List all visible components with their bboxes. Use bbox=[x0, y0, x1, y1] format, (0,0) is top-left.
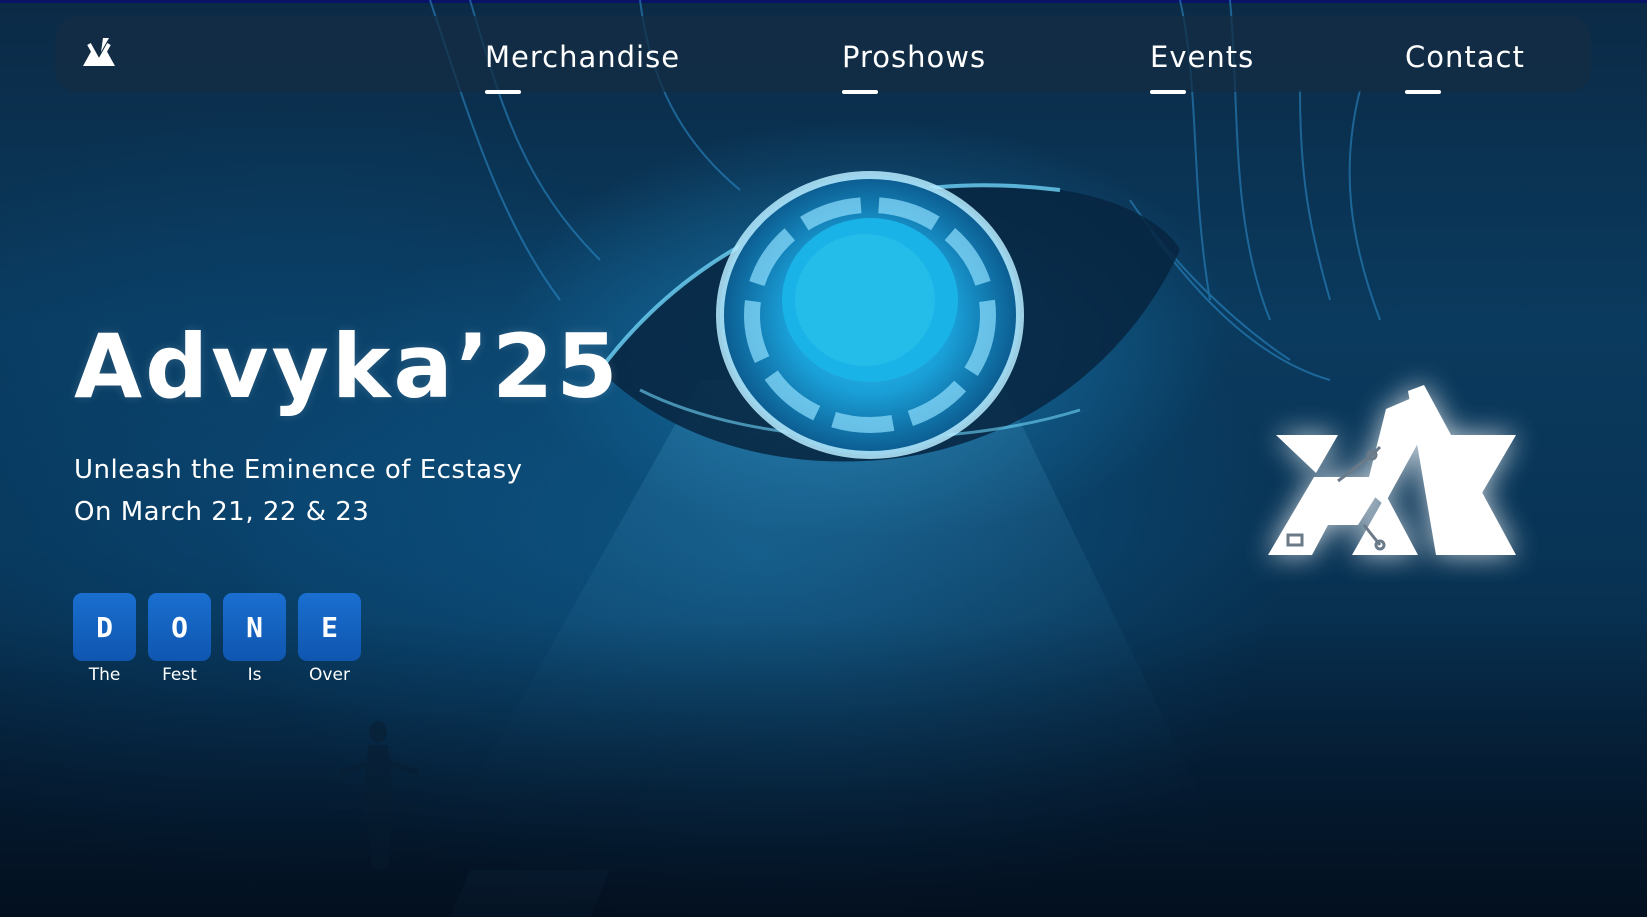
eye-shape bbox=[598, 171, 1180, 462]
tile-letter: D bbox=[73, 593, 136, 661]
countdown-tile: D The bbox=[73, 593, 136, 685]
tile-letter: E bbox=[298, 593, 361, 661]
nav-item-contact[interactable]: Contact bbox=[1405, 40, 1525, 94]
hero-dates: On March 21, 22 & 23 bbox=[74, 497, 370, 527]
nav-underline bbox=[1405, 90, 1441, 94]
nav-item-label: Events bbox=[1150, 40, 1255, 74]
nav-underline bbox=[842, 90, 878, 94]
hero-tagline: Unleash the Eminence of Ecstasy bbox=[74, 455, 523, 485]
countdown-tile: N Is bbox=[223, 593, 286, 685]
top-navbar: Merchandise Proshows Events Contact bbox=[55, 16, 1591, 94]
nav-item-merchandise[interactable]: Merchandise bbox=[485, 40, 681, 94]
nav-underline bbox=[485, 90, 521, 94]
nav-item-label: Merchandise bbox=[485, 40, 681, 74]
nav-item-label: Contact bbox=[1405, 40, 1525, 74]
landing-page: Merchandise Proshows Events Contact Advy… bbox=[0, 0, 1647, 917]
tile-caption: Is bbox=[247, 665, 262, 685]
tile-caption: Over bbox=[309, 665, 350, 685]
countdown-tile: E Over bbox=[298, 593, 361, 685]
hero-title: Advyka’25 bbox=[74, 315, 621, 418]
advyka-logo-icon bbox=[1268, 385, 1516, 555]
nav-item-label: Proshows bbox=[842, 40, 987, 74]
tile-caption: Fest bbox=[162, 665, 197, 685]
tile-caption: The bbox=[88, 665, 121, 685]
nav-item-events[interactable]: Events bbox=[1150, 40, 1255, 94]
countdown-tile: O Fest bbox=[148, 593, 211, 685]
countdown-tiles: D The O Fest N Is E Over bbox=[73, 593, 361, 685]
nav-item-proshows[interactable]: Proshows bbox=[842, 40, 987, 94]
tile-letter: N bbox=[223, 593, 286, 661]
nav-underline bbox=[1150, 90, 1186, 94]
tile-letter: O bbox=[148, 593, 211, 661]
advyka-logo-icon[interactable] bbox=[79, 36, 119, 70]
